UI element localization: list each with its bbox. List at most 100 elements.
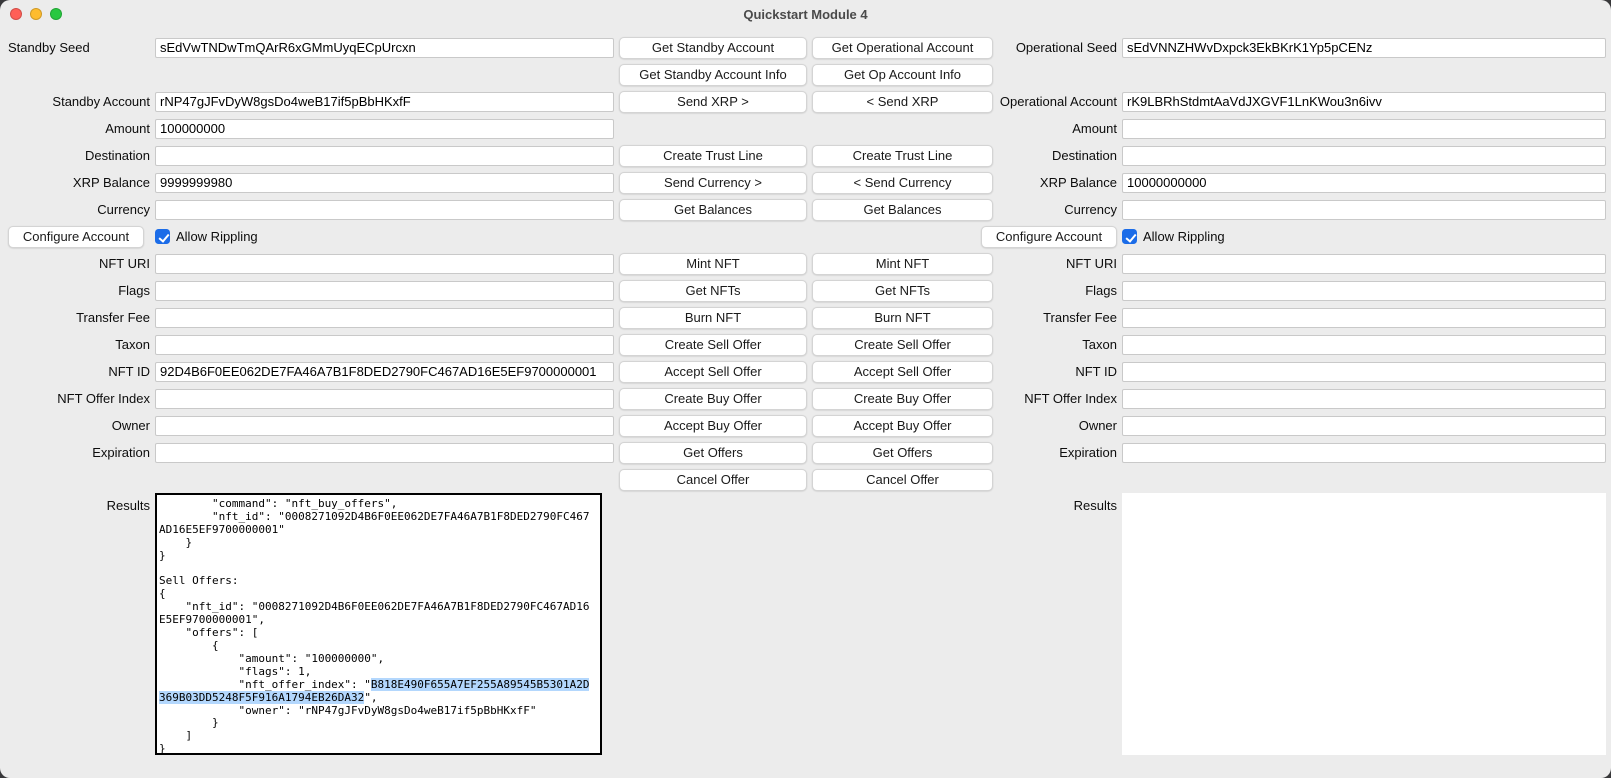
standby-xrp-balance-field[interactable] [155, 173, 614, 193]
standby-flags-label: Flags [118, 283, 150, 298]
standby-flags-field[interactable] [155, 281, 614, 301]
standby-seed-field[interactable] [155, 38, 614, 58]
send-xrp-right-button[interactable]: Send XRP > [619, 91, 807, 113]
standby-nft-id-label: NFT ID [108, 364, 150, 379]
operational-mint-nft-button[interactable]: Mint NFT [812, 253, 993, 275]
standby-configure-account-button[interactable]: Configure Account [8, 226, 144, 248]
operational-configure-account-button[interactable]: Configure Account [981, 226, 1117, 248]
operational-nft-uri-field[interactable] [1122, 254, 1606, 274]
operational-currency-field[interactable] [1122, 200, 1606, 220]
operational-seed-field[interactable] [1122, 38, 1606, 58]
operational-taxon-field[interactable] [1122, 335, 1606, 355]
standby-allow-rippling-checkbox[interactable] [155, 229, 170, 244]
standby-get-balances-button[interactable]: Get Balances [619, 199, 807, 221]
operational-account-field[interactable] [1122, 92, 1606, 112]
operational-flags-label: Flags [1085, 283, 1117, 298]
operational-get-balances-button[interactable]: Get Balances [812, 199, 993, 221]
standby-account-field[interactable] [155, 92, 614, 112]
operational-flags-field[interactable] [1122, 281, 1606, 301]
standby-get-offers-button[interactable]: Get Offers [619, 442, 807, 464]
standby-cancel-offer-button[interactable]: Cancel Offer [619, 469, 807, 491]
operational-results-label: Results [1074, 493, 1117, 513]
operational-amount-field[interactable] [1122, 119, 1606, 139]
standby-create-buy-offer-button[interactable]: Create Buy Offer [619, 388, 807, 410]
operational-allow-rippling-checkbox[interactable] [1122, 229, 1137, 244]
operational-xrp-balance-label: XRP Balance [1040, 175, 1117, 190]
standby-destination-label: Destination [85, 148, 150, 163]
operational-account-label: Operational Account [1000, 94, 1117, 109]
operational-accept-sell-offer-button[interactable]: Accept Sell Offer [812, 361, 993, 383]
minimize-button[interactable] [30, 8, 42, 20]
standby-nft-offer-index-label: NFT Offer Index [57, 391, 150, 406]
operational-taxon-label: Taxon [1082, 337, 1117, 352]
operational-create-sell-offer-button[interactable]: Create Sell Offer [812, 334, 993, 356]
standby-results-text: "command": "nft_buy_offers", "nft_id": "… [157, 495, 600, 755]
standby-expiration-field[interactable] [155, 443, 614, 463]
operational-expiration-field[interactable] [1122, 443, 1606, 463]
operational-nft-uri-label: NFT URI [1066, 256, 1117, 271]
standby-owner-field[interactable] [155, 416, 614, 436]
standby-currency-label: Currency [97, 202, 150, 217]
get-op-account-info-button[interactable]: Get Op Account Info [812, 64, 993, 86]
standby-amount-field[interactable] [155, 119, 614, 139]
operational-xrp-balance-field[interactable] [1122, 173, 1606, 193]
operational-results-box[interactable] [1122, 493, 1606, 755]
operational-owner-field[interactable] [1122, 416, 1606, 436]
operational-results-text [1122, 493, 1606, 496]
standby-accept-buy-offer-button[interactable]: Accept Buy Offer [619, 415, 807, 437]
operational-accept-buy-offer-button[interactable]: Accept Buy Offer [812, 415, 993, 437]
standby-results-box[interactable]: "command": "nft_buy_offers", "nft_id": "… [155, 493, 602, 755]
standby-burn-nft-button[interactable]: Burn NFT [619, 307, 807, 329]
operational-allow-rippling: Allow Rippling [1122, 229, 1606, 244]
operational-create-trust-line-button[interactable]: Create Trust Line [812, 145, 993, 167]
operational-nft-id-label: NFT ID [1075, 364, 1117, 379]
standby-create-sell-offer-button[interactable]: Create Sell Offer [619, 334, 807, 356]
operational-get-nfts-button[interactable]: Get NFTs [812, 280, 993, 302]
get-standby-account-button[interactable]: Get Standby Account [619, 37, 807, 59]
main-form: Standby Seed Get Standby Account Get Ope… [0, 28, 1611, 755]
operational-nft-offer-index-field[interactable] [1122, 389, 1606, 409]
standby-get-nfts-button[interactable]: Get NFTs [619, 280, 807, 302]
titlebar: Quickstart Module 4 [0, 0, 1611, 28]
standby-xrp-balance-label: XRP Balance [73, 175, 150, 190]
operational-destination-label: Destination [1052, 148, 1117, 163]
standby-taxon-field[interactable] [155, 335, 614, 355]
standby-owner-label: Owner [112, 418, 150, 433]
send-currency-left-button[interactable]: < Send Currency [812, 172, 993, 194]
operational-amount-label: Amount [1072, 121, 1117, 136]
operational-destination-field[interactable] [1122, 146, 1606, 166]
app-window: Quickstart Module 4 Standby Seed Get Sta… [0, 0, 1611, 778]
operational-cancel-offer-button[interactable]: Cancel Offer [812, 469, 993, 491]
standby-nft-uri-field[interactable] [155, 254, 614, 274]
operational-transfer-fee-field[interactable] [1122, 308, 1606, 328]
close-button[interactable] [10, 8, 22, 20]
operational-transfer-fee-label: Transfer Fee [1043, 310, 1117, 325]
standby-nft-offer-index-field[interactable] [155, 389, 614, 409]
standby-account-label: Standby Account [52, 94, 150, 109]
operational-owner-label: Owner [1079, 418, 1117, 433]
traffic-lights [10, 0, 62, 28]
standby-currency-field[interactable] [155, 200, 614, 220]
standby-transfer-fee-field[interactable] [155, 308, 614, 328]
standby-create-trust-line-button[interactable]: Create Trust Line [619, 145, 807, 167]
send-currency-right-button[interactable]: Send Currency > [619, 172, 807, 194]
operational-expiration-label: Expiration [1059, 445, 1117, 460]
get-standby-account-info-button[interactable]: Get Standby Account Info [619, 64, 807, 86]
standby-nft-uri-label: NFT URI [99, 256, 150, 271]
operational-allow-rippling-label: Allow Rippling [1143, 229, 1225, 244]
operational-currency-label: Currency [1064, 202, 1117, 217]
operational-create-buy-offer-button[interactable]: Create Buy Offer [812, 388, 993, 410]
standby-nft-id-field[interactable] [155, 362, 614, 382]
standby-mint-nft-button[interactable]: Mint NFT [619, 253, 807, 275]
standby-destination-field[interactable] [155, 146, 614, 166]
window-title: Quickstart Module 4 [0, 7, 1611, 22]
operational-burn-nft-button[interactable]: Burn NFT [812, 307, 993, 329]
send-xrp-left-button[interactable]: < Send XRP [812, 91, 993, 113]
standby-results-label: Results [107, 493, 150, 513]
operational-get-offers-button[interactable]: Get Offers [812, 442, 993, 464]
standby-allow-rippling-label: Allow Rippling [176, 229, 258, 244]
operational-nft-id-field[interactable] [1122, 362, 1606, 382]
zoom-button[interactable] [50, 8, 62, 20]
standby-accept-sell-offer-button[interactable]: Accept Sell Offer [619, 361, 807, 383]
get-operational-account-button[interactable]: Get Operational Account [812, 37, 993, 59]
